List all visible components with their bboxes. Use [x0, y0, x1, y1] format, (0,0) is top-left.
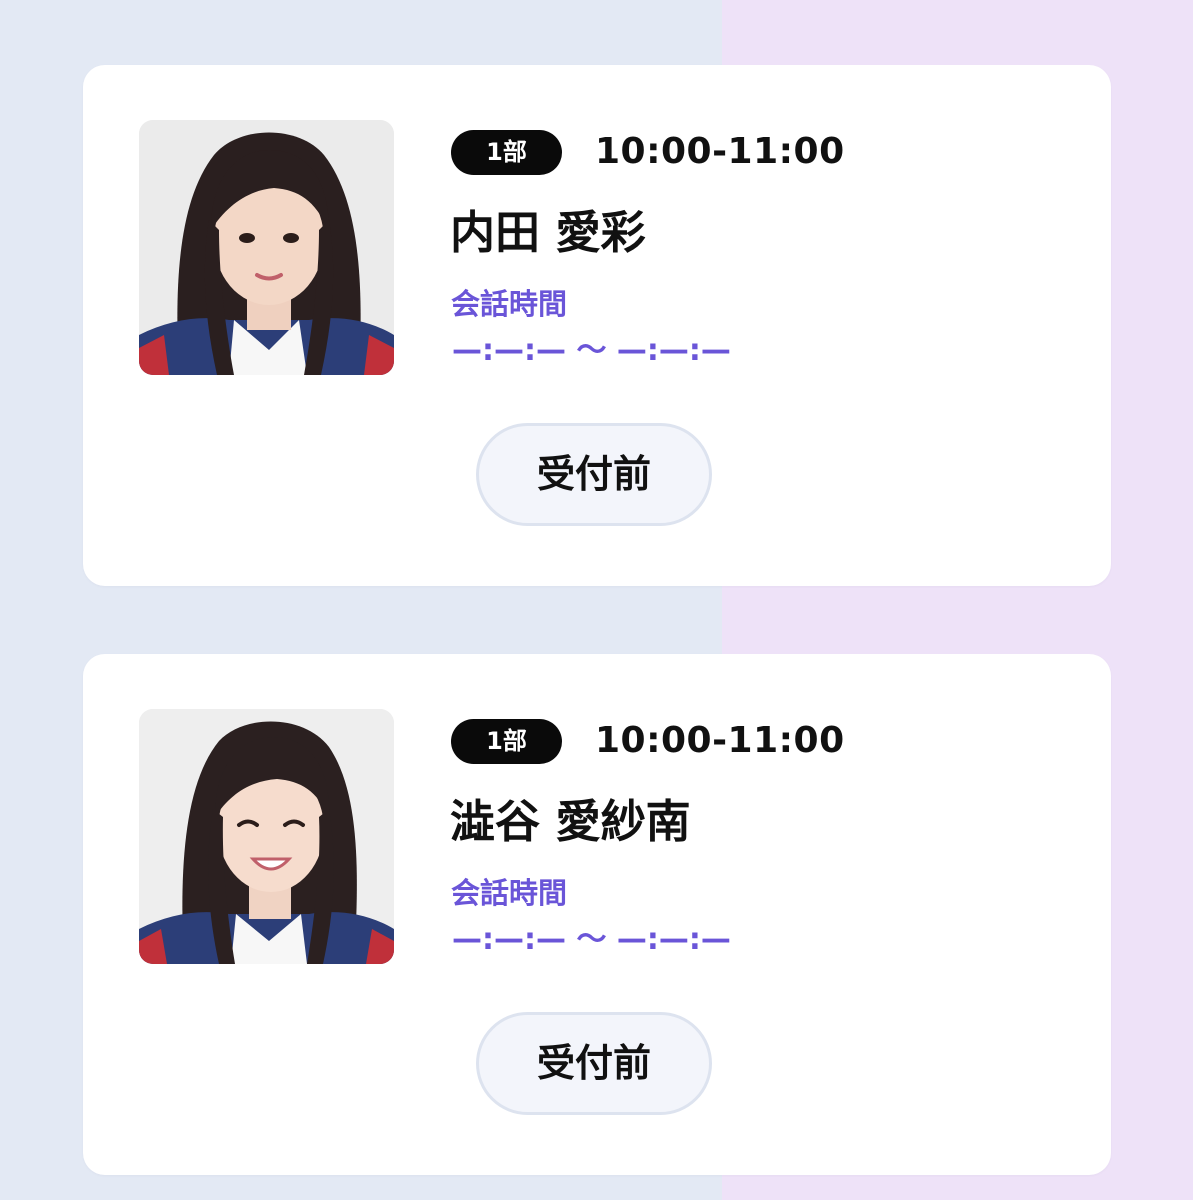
talk-time-value: —:—:— 〜 —:—:—: [452, 922, 731, 957]
member-photo-image: [139, 120, 394, 375]
member-name: 内田 愛彩: [450, 206, 646, 259]
talk-time-label: 会話時間: [451, 876, 568, 910]
time-range: 10:00-11:00: [595, 720, 845, 761]
part-badge: 1部: [451, 719, 562, 764]
member-card: 1部 10:00-11:00 内田 愛彩 会話時間 —:—:— 〜 —:—:— …: [83, 65, 1111, 586]
time-range: 10:00-11:00: [595, 131, 845, 172]
member-photo: [139, 709, 394, 964]
status-button[interactable]: 受付前: [476, 1012, 712, 1115]
member-card: 1部 10:00-11:00 澁谷 愛紗南 会話時間 —:—:— 〜 —:—:—…: [83, 654, 1111, 1175]
member-photo-image: [139, 709, 394, 964]
talk-time-label: 会話時間: [451, 287, 568, 321]
member-name: 澁谷 愛紗南: [450, 795, 691, 848]
part-badge: 1部: [451, 130, 562, 175]
status-button[interactable]: 受付前: [476, 423, 712, 526]
talk-time-value: —:—:— 〜 —:—:—: [452, 333, 731, 368]
member-photo: [139, 120, 394, 375]
